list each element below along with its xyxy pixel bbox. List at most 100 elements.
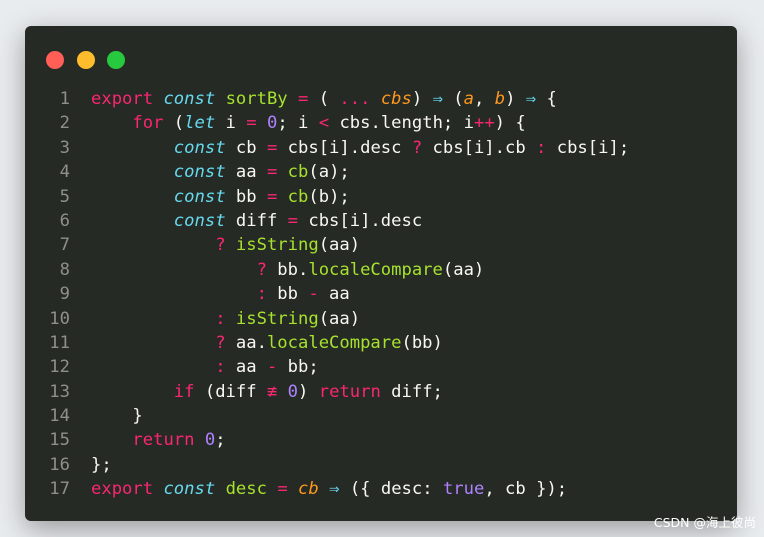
code-token: return — [132, 430, 195, 451]
code-token: : — [215, 357, 226, 378]
code-token: < — [318, 113, 330, 134]
code-token: cbs.length; i — [329, 113, 474, 134]
code-line: 15 return 0; — [25, 428, 737, 452]
code-token: bb; — [277, 357, 319, 378]
code-token: cb — [298, 479, 319, 500]
code-token: aa — [225, 162, 267, 183]
code-token: return — [318, 381, 381, 402]
code-token: if — [173, 381, 195, 402]
code-line: 3 const cb = cbs[i].desc ? cbs[i].cb : c… — [25, 136, 737, 160]
code-text: if (diff ≢ 0) return diff; — [91, 380, 443, 404]
code-token: = — [246, 113, 257, 134]
code-token: const — [173, 186, 226, 207]
minimize-dot-icon[interactable] — [77, 51, 95, 69]
line-number: 2 — [59, 113, 70, 134]
code-text: : isString(aa) — [91, 307, 360, 331]
code-line: 9 : bb - aa — [25, 282, 737, 306]
code-token: localeCompare — [266, 332, 402, 353]
code-token: - — [308, 284, 319, 305]
code-token: (diff — [194, 381, 267, 402]
code-token: i — [215, 113, 247, 134]
code-token: cbs[i].desc — [277, 137, 412, 158]
line-number: 9 — [59, 284, 70, 305]
code-line: 14 } — [25, 404, 737, 428]
code-token: ( — [442, 89, 464, 109]
code-token: ) — [411, 89, 433, 109]
code-token: ? — [256, 259, 267, 280]
code-token: 0 — [266, 113, 278, 134]
code-token: - — [266, 357, 278, 378]
code-token: desc — [225, 479, 267, 500]
code-window: 1 export const sortBy = ( ... cbs) ⇒ (a, … — [25, 26, 737, 521]
code-token: ⇒ — [432, 89, 443, 109]
code-text: : aa - bb; — [91, 355, 319, 379]
code-token: export — [91, 479, 154, 500]
code-token: = — [266, 137, 278, 158]
code-token: cbs[i].desc — [298, 210, 423, 231]
code-token: = — [277, 479, 288, 500]
code-token: ; — [215, 430, 226, 451]
code-token: : — [536, 137, 547, 158]
line-number: 4 — [59, 162, 70, 183]
code-token: ? — [411, 137, 423, 158]
maximize-dot-icon[interactable] — [107, 51, 125, 69]
code-token: bb — [266, 284, 309, 305]
code-line: 6 const diff = cbs[i].desc — [25, 209, 737, 233]
line-number: 3 — [59, 137, 70, 158]
code-token: ) — [298, 381, 319, 402]
code-line: 10 : isString(aa) — [25, 307, 737, 331]
code-token: = — [266, 186, 278, 207]
code-token: for — [132, 113, 164, 134]
code-token: export — [91, 89, 154, 109]
code-token: aa. — [225, 332, 267, 353]
code-line: 1 export const sortBy = ( ... cbs) ⇒ (a, … — [25, 87, 737, 111]
code-token: } — [91, 406, 143, 427]
code-text: ? bb.localeCompare(aa) — [91, 258, 485, 282]
code-token: ++ — [473, 113, 495, 134]
code-text: }; — [91, 453, 112, 477]
code-token: cbs[i].cb — [422, 137, 537, 158]
code-token: sortBy — [225, 89, 288, 109]
code-token: cbs — [380, 89, 412, 109]
line-number: 5 — [59, 186, 70, 207]
code-block: 1 export const sortBy = ( ... cbs) ⇒ (a, … — [25, 87, 737, 502]
code-token: ; i — [277, 113, 319, 134]
code-text: const aa = cb(a); — [91, 160, 350, 184]
line-number: 8 — [59, 259, 70, 280]
code-token: cb — [225, 137, 267, 158]
code-token: isString — [235, 235, 319, 256]
code-token: 0 — [204, 430, 216, 451]
code-line: 8 ? bb.localeCompare(aa) — [25, 258, 737, 282]
code-line: 4 const aa = cb(a); — [25, 160, 737, 184]
code-line: 11 ? aa.localeCompare(bb) — [25, 331, 737, 355]
close-dot-icon[interactable] — [46, 51, 64, 69]
code-text: return 0; — [91, 428, 226, 452]
code-token: }; — [91, 454, 112, 475]
code-token: ⇒ — [525, 89, 537, 109]
code-token: (b); — [308, 186, 350, 207]
code-token: const — [173, 210, 226, 231]
code-line: 2 for (let i = 0; i < cbs.length; i++) { — [25, 111, 737, 135]
code-token: : — [215, 308, 226, 329]
line-number: 6 — [59, 210, 70, 231]
code-token: , — [474, 89, 495, 109]
line-number: 13 — [49, 381, 70, 402]
